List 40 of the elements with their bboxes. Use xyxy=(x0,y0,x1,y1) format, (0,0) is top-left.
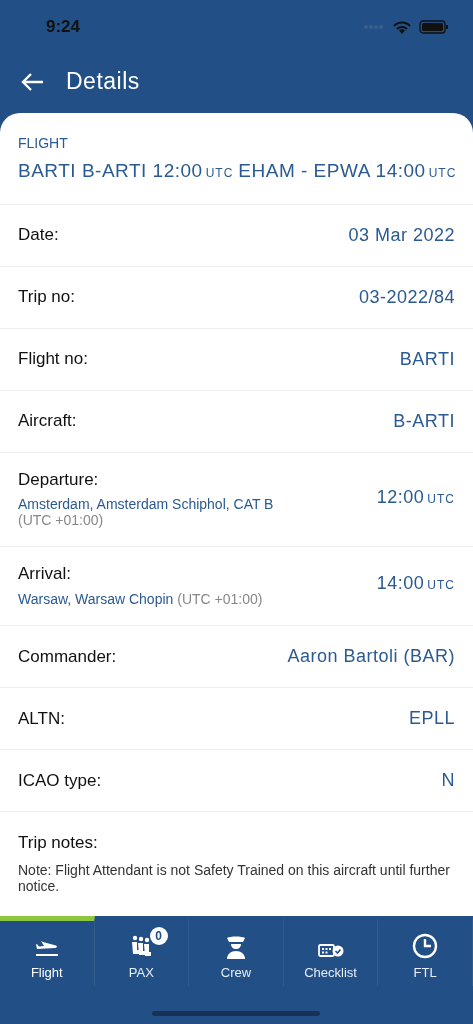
field-label: Flight no: xyxy=(18,348,88,371)
field-label: Commander: xyxy=(18,645,117,668)
field-label: Trip no: xyxy=(18,286,75,309)
airport-name: Amsterdam, Amsterdam Schiphol, CAT B (UTC +01:00) xyxy=(18,496,275,529)
field-value: 03-2022/84 xyxy=(358,285,455,309)
field-label: Departure: xyxy=(18,468,100,491)
field-label: Trip notes: xyxy=(18,831,99,854)
field-value: Aaron Bartoli (BAR) xyxy=(287,644,455,668)
seated-people-icon xyxy=(129,934,154,959)
back-icon[interactable] xyxy=(20,71,44,92)
tab-item[interactable]: Checklist xyxy=(283,916,379,986)
airport-name: Warsaw, Warsaw Chopin (UTC +01:00) xyxy=(18,590,263,607)
flight-summary: BARTI B-ARTI 12:00 UTC EHAM - EPWA 14:00 UTC xyxy=(18,159,455,183)
time-value: 14:00 UTC xyxy=(376,572,455,596)
field-value: N xyxy=(441,768,455,792)
field-label: ICAO type: xyxy=(18,769,102,792)
wifi-icon xyxy=(393,20,411,34)
battery-icon xyxy=(419,20,449,34)
field-value: B-ARTI xyxy=(393,409,455,433)
field-value: 03 Mar 2022 xyxy=(348,223,455,247)
tab-item[interactable]: FTL xyxy=(378,916,473,986)
time-value: 12:00 UTC xyxy=(376,485,455,509)
field-label: ALTN: xyxy=(18,707,65,730)
count-badge: 0 xyxy=(149,927,168,945)
signal-icon xyxy=(363,24,385,30)
note-text: Note: Flight Attendant is not Safety Trained on this aircraft until further notice. xyxy=(18,863,451,895)
pilot-icon xyxy=(225,934,247,959)
checklist-icon xyxy=(317,942,344,959)
field-value: BARTI xyxy=(399,347,455,371)
page-title: Details xyxy=(66,67,140,97)
tab-item[interactable]: Crew xyxy=(189,916,284,986)
field-value: EPLL xyxy=(408,706,455,730)
tab-item[interactable]: PAX 0 xyxy=(94,916,190,986)
section-caption: FLIGHT xyxy=(18,134,69,153)
field-label: Aircraft: xyxy=(18,410,77,433)
field-label: Arrival: xyxy=(18,563,72,586)
tab-item[interactable]: Flight xyxy=(0,916,95,986)
clock-icon xyxy=(412,932,439,959)
field-label: Date: xyxy=(18,224,59,247)
status-time: 9:24 xyxy=(46,16,81,39)
